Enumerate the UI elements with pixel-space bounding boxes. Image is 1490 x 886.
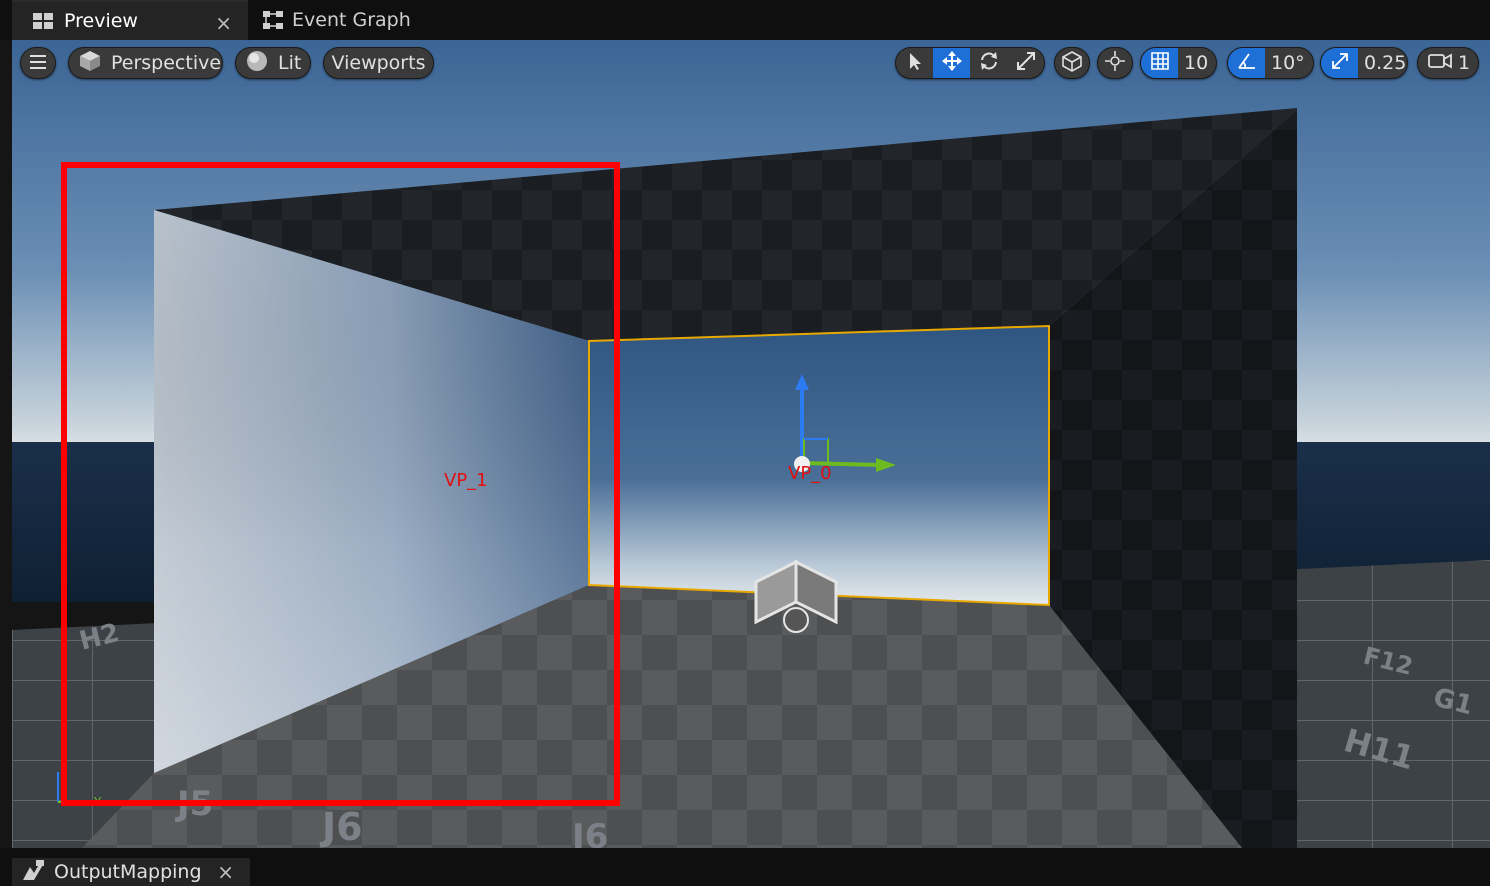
camera-icon xyxy=(1428,52,1452,75)
tab-output-mapping[interactable]: OutputMapping × xyxy=(12,858,250,886)
move-arrows-icon xyxy=(941,50,962,76)
coordinate-space-button[interactable] xyxy=(1054,47,1090,79)
surface-snapping-button[interactable] xyxy=(1097,47,1133,79)
select-tool-button[interactable] xyxy=(896,48,933,78)
scene-render: J6 I6 F12 G1 H11 H2 J5 Y xyxy=(12,40,1490,848)
bottom-tab-bar: OutputMapping × xyxy=(0,848,1490,886)
rotation-snap-value: 10° xyxy=(1271,52,1305,74)
grid-layout-icon xyxy=(32,10,54,32)
tab-preview-label: Preview xyxy=(64,10,138,32)
camera-speed-button[interactable]: 1 xyxy=(1417,47,1479,79)
floor-tile-label: J6 xyxy=(319,805,363,848)
camera-speed-value: 1 xyxy=(1458,52,1471,74)
hamburger-menu-icon xyxy=(29,52,47,74)
rotate-icon xyxy=(979,51,999,76)
floor-tile-label: I6 xyxy=(572,817,608,848)
tab-output-mapping-label: OutputMapping xyxy=(54,861,202,883)
perspective-label: Perspective xyxy=(111,52,222,74)
rotation-snap-group[interactable]: 10° xyxy=(1227,47,1314,79)
scale-snap-toggle[interactable] xyxy=(1321,48,1358,78)
viewport-label-vp1: VP_1 xyxy=(444,470,488,491)
translate-tool-button[interactable] xyxy=(933,48,970,78)
cursor-arrow-icon xyxy=(906,51,924,76)
close-icon[interactable]: × xyxy=(215,11,232,35)
graph-nodes-icon xyxy=(262,9,284,31)
grid-snap-group[interactable]: 10 xyxy=(1140,47,1217,79)
lit-button[interactable]: Lit xyxy=(235,47,311,79)
perspective-button[interactable]: Perspective xyxy=(68,47,223,79)
grid-snap-toggle[interactable] xyxy=(1141,48,1178,78)
transform-tools-group xyxy=(895,47,1045,79)
scale-icon xyxy=(1016,51,1036,76)
lit-label: Lit xyxy=(278,52,302,74)
scale-tool-button[interactable] xyxy=(1007,48,1044,78)
world-space-icon xyxy=(1061,50,1083,77)
angle-icon xyxy=(1237,52,1257,75)
tab-preview[interactable]: Preview × xyxy=(12,0,248,40)
close-icon[interactable]: × xyxy=(217,860,234,884)
rotation-snap-toggle[interactable] xyxy=(1228,48,1265,78)
scale-snap-group[interactable]: 0.25 xyxy=(1320,47,1408,79)
cube-icon xyxy=(79,50,101,77)
viewport-label-vp0: VP_0 xyxy=(788,463,832,484)
scale-arrow-icon xyxy=(1331,52,1349,75)
sphere-icon xyxy=(246,50,268,77)
output-mapping-icon xyxy=(20,859,46,886)
viewports-button[interactable]: Viewports xyxy=(323,47,434,79)
viewport-menu-button[interactable] xyxy=(20,47,56,79)
scale-snap-value: 0.25 xyxy=(1364,52,1407,74)
grid-icon xyxy=(1150,51,1169,75)
top-tab-bar: Preview × Event Graph xyxy=(0,0,1490,40)
grid-snap-value: 10 xyxy=(1184,52,1209,74)
tab-event-graph[interactable]: Event Graph xyxy=(248,0,448,40)
rotate-tool-button[interactable] xyxy=(970,48,1007,78)
tab-event-graph-label: Event Graph xyxy=(292,9,411,31)
preview-viewport[interactable]: J6 I6 F12 G1 H11 H2 J5 Y VP_1 VP_0 Persp… xyxy=(12,40,1490,848)
surface-snap-icon xyxy=(1104,50,1126,77)
viewports-label: Viewports xyxy=(331,52,426,74)
